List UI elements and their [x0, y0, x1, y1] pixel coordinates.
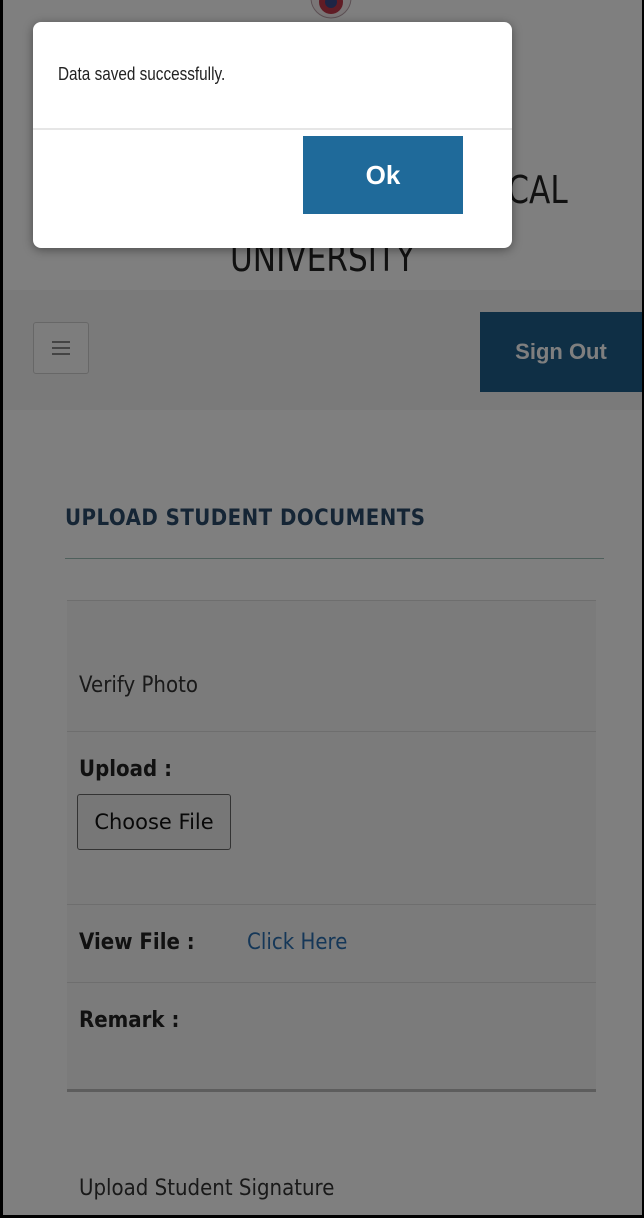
page-frame: CAL UNIVERSITY Sign Out UPLOAD STUDENT D… [0, 0, 644, 1218]
alert-dialog: Data saved successfully. Ok [33, 22, 512, 248]
dialog-message: Data saved successfully. [58, 64, 226, 84]
dialog-divider [33, 128, 512, 130]
ok-button[interactable]: Ok [303, 136, 463, 214]
